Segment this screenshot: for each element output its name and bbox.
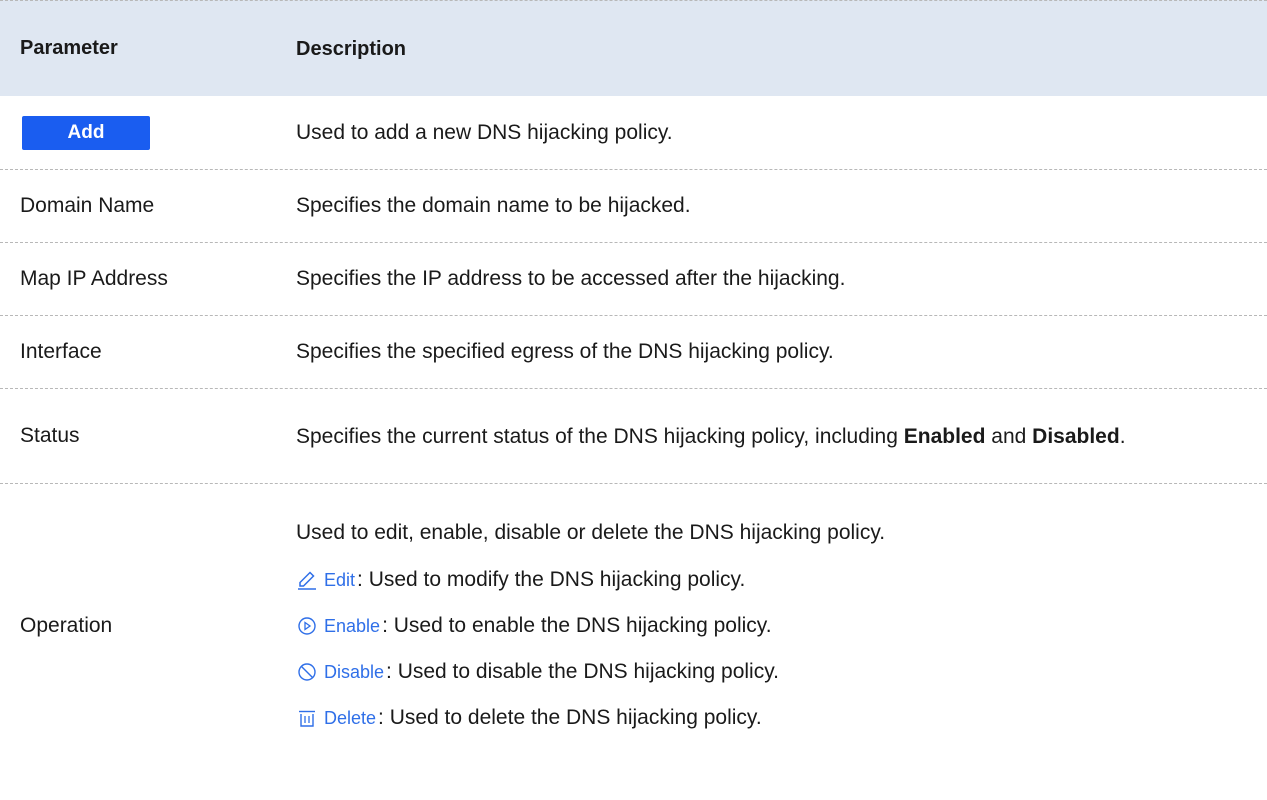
table-row-interface: Interface Specifies the specified egress… [0, 316, 1267, 389]
table-row-domain-name: Domain Name Specifies the domain name to… [0, 170, 1267, 243]
header-description: Description [296, 37, 407, 60]
description-cell: Specifies the specified egress of the DN… [296, 340, 834, 363]
play-circle-icon [298, 617, 316, 635]
edit-desc: : Used to modify the DNS hijacking polic… [357, 568, 746, 591]
and-text: and [985, 425, 1033, 448]
operation-item-delete: Delete : Used to delete the DNS hijackin… [296, 695, 1227, 741]
disable-label: Disable [324, 662, 385, 682]
parameter-cell: Operation [20, 614, 113, 637]
disabled-term: Disabled [1032, 425, 1120, 448]
pencil-icon [298, 571, 316, 590]
description-cell: Used to add a new DNS hijacking policy. [296, 120, 673, 144]
enable-action[interactable]: Enable [296, 611, 380, 641]
operation-item-disable: Disable : Used to disable the DNS hijack… [296, 649, 1227, 695]
trash-icon [299, 710, 315, 727]
header-parameter: Parameter [20, 37, 118, 59]
status-desc-text: Specifies the current status of the DNS … [296, 425, 904, 448]
description-cell: Used to edit, enable, disable or delete … [296, 511, 1267, 741]
edit-label: Edit [324, 570, 356, 590]
parameter-cell: Status [20, 424, 80, 447]
parameter-table: Parameter Description Add Used to add a … [0, 0, 1267, 768]
description-cell: Specifies the domain name to be hijacked… [296, 194, 691, 217]
table-row-status: Status Specifies the current status of t… [0, 389, 1267, 484]
prohibited-icon [298, 663, 316, 681]
parameter-cell: Interface [20, 340, 102, 363]
enabled-term: Enabled [903, 425, 986, 448]
disable-action[interactable]: Disable [296, 657, 384, 687]
enable-desc: : Used to enable the DNS hijacking polic… [382, 614, 772, 637]
disable-desc: : Used to disable the DNS hijacking poli… [386, 660, 780, 683]
table-header: Parameter Description [0, 0, 1267, 96]
parameter-cell: Add [0, 115, 296, 150]
add-button[interactable]: Add [22, 115, 150, 150]
description-cell: Specifies the current status of the DNS … [296, 419, 1267, 453]
operation-item-edit: Edit : Used to modify the DNS hijacking … [296, 557, 1227, 603]
edit-action[interactable]: Edit [296, 565, 355, 595]
table-row-operation: Operation Used to edit, enable, disable … [0, 484, 1267, 768]
description-cell: Specifies the IP address to be accessed … [296, 267, 846, 290]
period-text: . [1119, 425, 1126, 448]
operation-intro: Used to edit, enable, disable or delete … [296, 521, 886, 544]
delete-action[interactable]: Delete [296, 703, 376, 733]
delete-label: Delete [324, 708, 377, 728]
table-row-add: Add Used to add a new DNS hijacking poli… [0, 96, 1267, 170]
table-row-map-ip-address: Map IP Address Specifies the IP address … [0, 243, 1267, 316]
operation-item-enable: Enable : Used to enable the DNS hijackin… [296, 603, 1227, 649]
parameter-cell: Domain Name [20, 194, 155, 217]
parameter-cell: Map IP Address [20, 267, 168, 290]
delete-desc: : Used to delete the DNS hijacking polic… [378, 706, 762, 729]
enable-label: Enable [324, 616, 381, 636]
